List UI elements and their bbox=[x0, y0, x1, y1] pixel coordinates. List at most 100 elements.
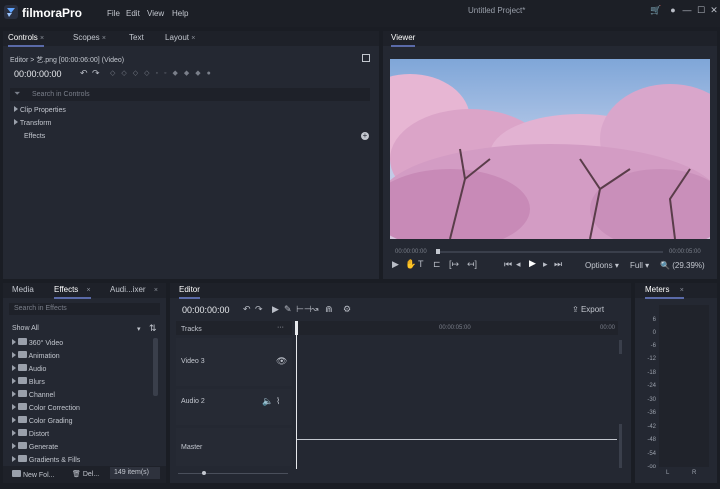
viewer-preview-image bbox=[390, 59, 710, 239]
step-forward-icon[interactable]: ▸ bbox=[543, 259, 548, 270]
folder-icon bbox=[17, 351, 27, 358]
text-tool-icon[interactable]: T bbox=[418, 259, 424, 269]
tree-transform[interactable]: Transform bbox=[14, 119, 51, 127]
hand-tool-icon[interactable]: ✋ bbox=[405, 259, 416, 270]
controls-search-box[interactable]: ⏷ Search in Controls bbox=[10, 88, 370, 101]
select-tool-icon[interactable]: ▶ bbox=[272, 304, 279, 315]
delete-button[interactable]: 🗑 Del... bbox=[72, 470, 99, 478]
sort-icon[interactable]: ⇅ bbox=[149, 323, 157, 334]
playhead-line bbox=[296, 335, 297, 469]
list-item[interactable]: Color Correction bbox=[12, 403, 152, 416]
effects-search-input[interactable]: Search in Effects bbox=[14, 305, 67, 312]
controls-search-input[interactable]: Search in Controls bbox=[32, 91, 90, 98]
list-item[interactable]: Color Grading bbox=[12, 416, 152, 429]
options-dropdown[interactable]: Options ▾ bbox=[585, 261, 619, 270]
playhead-handle[interactable] bbox=[436, 249, 440, 254]
maximize-icon[interactable]: ☐ bbox=[695, 4, 707, 16]
channel-label-l: L bbox=[666, 470, 670, 476]
mark-in-icon[interactable]: ⊏ bbox=[433, 259, 441, 270]
new-folder-button[interactable]: New Fol... bbox=[12, 470, 54, 479]
tab-controls[interactable]: Controls × bbox=[8, 33, 45, 47]
list-item[interactable]: 360° Video bbox=[12, 338, 152, 351]
expand-icon bbox=[14, 106, 18, 112]
set-out-icon[interactable]: ↤] bbox=[467, 259, 477, 270]
effects-scrollbar[interactable] bbox=[153, 338, 158, 396]
close-icon[interactable]: × bbox=[87, 287, 91, 294]
timeline-scrollbar-v[interactable] bbox=[619, 340, 622, 354]
tab-viewer[interactable]: Viewer bbox=[391, 33, 416, 47]
effects-filter-select[interactable]: Show All bbox=[12, 325, 39, 332]
playhead-marker[interactable] bbox=[295, 321, 298, 335]
add-effect-icon[interactable]: + bbox=[361, 132, 369, 140]
keyframe-controls[interactable]: ◇◇◇◇◦◦◆◆◆● bbox=[110, 69, 217, 77]
close-icon[interactable]: × bbox=[154, 287, 158, 294]
cart-icon[interactable]: 🛒 bbox=[650, 4, 662, 16]
menu-edit[interactable]: Edit bbox=[126, 9, 140, 18]
waveform-icon[interactable]: ⌇ bbox=[276, 396, 280, 407]
close-icon[interactable]: × bbox=[102, 35, 106, 42]
ripple-tool-icon[interactable]: ↝ bbox=[311, 304, 319, 315]
set-in-icon[interactable]: [↦ bbox=[449, 259, 459, 270]
undo-icon[interactable]: ↶ bbox=[80, 68, 88, 79]
menu-view[interactable]: View bbox=[147, 9, 164, 18]
list-item[interactable]: Channel bbox=[12, 390, 152, 403]
gear-icon[interactable]: ⚙ bbox=[343, 304, 351, 315]
play-icon[interactable]: ▶ bbox=[529, 258, 536, 269]
tab-meters[interactable]: Meters × bbox=[645, 285, 684, 299]
tree-effects[interactable]: Effects bbox=[24, 133, 45, 140]
account-icon[interactable]: ● bbox=[667, 4, 679, 16]
select-tool-icon[interactable]: ▶ bbox=[392, 259, 399, 270]
viewer-scrubber[interactable] bbox=[437, 251, 663, 253]
quality-dropdown[interactable]: Full ▾ bbox=[630, 261, 649, 270]
panel-toggle-icon[interactable] bbox=[362, 54, 370, 62]
zoom-slider[interactable] bbox=[178, 471, 288, 477]
next-frame-icon[interactable]: ⏭ bbox=[554, 259, 562, 270]
zoom-dropdown[interactable]: 🔍 (29.39%) bbox=[660, 261, 705, 270]
channel-label-r: R bbox=[692, 470, 697, 476]
eye-icon[interactable]: 👁 bbox=[276, 356, 287, 367]
expand-icon bbox=[12, 443, 16, 449]
track-name: Master bbox=[181, 444, 203, 451]
timeline-scrollbar-v2[interactable] bbox=[619, 424, 622, 468]
viewer-time-end: 00:00:05:00 bbox=[669, 249, 701, 255]
redo-icon[interactable]: ↷ bbox=[92, 68, 100, 79]
razor-tool-icon[interactable]: ✎ bbox=[284, 304, 292, 315]
undo-icon[interactable]: ↶ bbox=[243, 304, 251, 315]
zoom-slider-handle[interactable] bbox=[202, 471, 206, 475]
list-item[interactable]: Blurs bbox=[12, 377, 152, 390]
track-header-audio-2 bbox=[176, 389, 292, 425]
tab-audio-mixer[interactable]: Audi...ixer × bbox=[110, 285, 158, 299]
list-item[interactable]: Generate bbox=[12, 442, 152, 455]
close-icon[interactable]: × bbox=[40, 35, 44, 42]
meter-scale-label: -48 bbox=[647, 437, 656, 443]
list-item[interactable]: Distort bbox=[12, 429, 152, 442]
menu-file[interactable]: File bbox=[107, 9, 120, 18]
chevron-down-icon[interactable]: ▾ bbox=[137, 325, 141, 333]
tab-effects[interactable]: Effects × bbox=[54, 285, 91, 299]
prev-frame-icon[interactable]: ⏮ bbox=[504, 259, 512, 270]
tab-layout[interactable]: Layout × bbox=[165, 33, 195, 47]
ruler-tick-label: 00:00:05:00 bbox=[439, 325, 471, 331]
slip-tool-icon[interactable]: ⊢⊣ bbox=[296, 304, 312, 315]
speaker-icon[interactable]: 🔈 bbox=[262, 396, 273, 407]
close-icon[interactable]: × bbox=[680, 287, 684, 294]
close-window-icon[interactable]: ✕ bbox=[708, 4, 720, 16]
redo-icon[interactable]: ↷ bbox=[255, 304, 263, 315]
effects-search-box[interactable]: Search in Effects bbox=[9, 303, 160, 315]
master-volume-line[interactable] bbox=[297, 439, 617, 440]
tracks-menu-icon[interactable]: ··· bbox=[277, 324, 284, 331]
close-icon[interactable]: × bbox=[191, 35, 195, 42]
menu-help[interactable]: Help bbox=[172, 9, 188, 18]
export-button[interactable]: ⇪ Export bbox=[572, 305, 604, 314]
tab-media[interactable]: Media bbox=[12, 285, 34, 299]
expand-icon bbox=[12, 391, 16, 397]
magnet-icon[interactable]: ⋒ bbox=[325, 304, 333, 315]
step-back-icon[interactable]: ◂ bbox=[516, 259, 521, 270]
tree-clip-properties[interactable]: Clip Properties bbox=[14, 106, 66, 114]
list-item[interactable]: Audio bbox=[12, 364, 152, 377]
tab-scopes[interactable]: Scopes × bbox=[73, 33, 106, 47]
list-item[interactable]: Animation bbox=[12, 351, 152, 364]
minimize-icon[interactable]: — bbox=[681, 4, 693, 16]
tab-editor[interactable]: Editor bbox=[179, 285, 200, 299]
tab-text[interactable]: Text bbox=[129, 33, 144, 47]
